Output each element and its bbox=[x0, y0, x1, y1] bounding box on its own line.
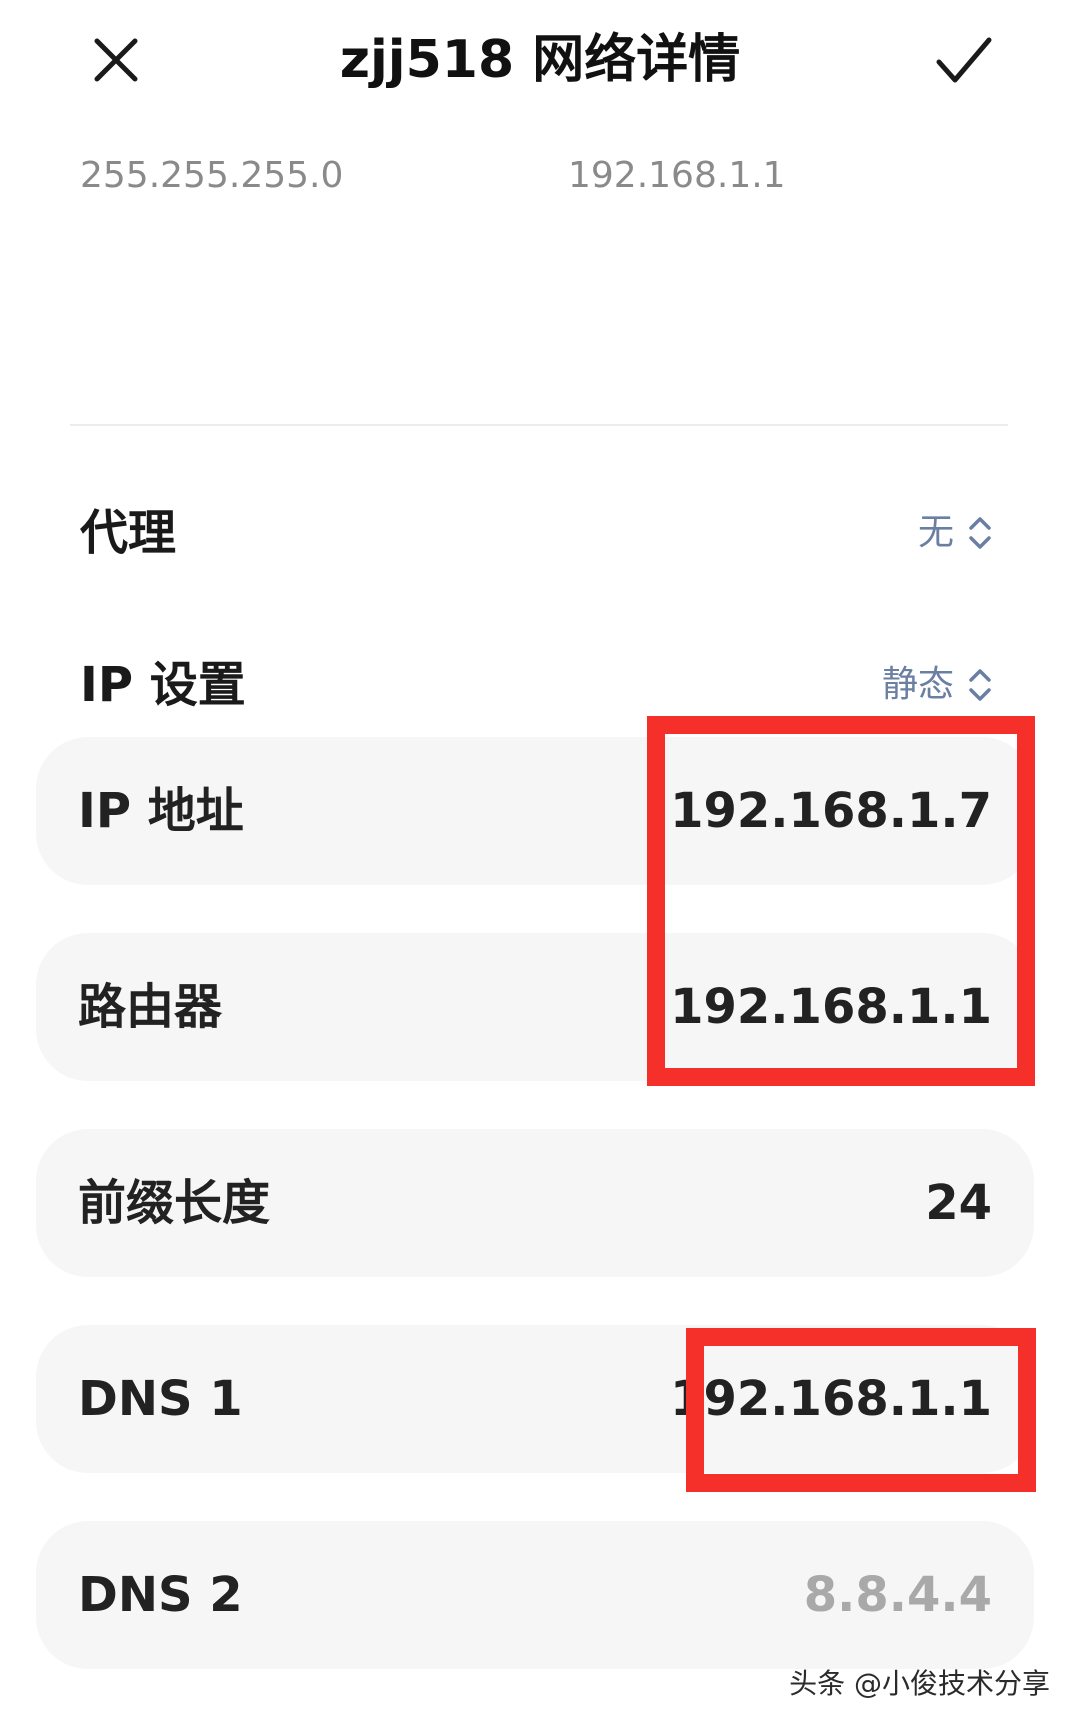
section-divider bbox=[70, 424, 1008, 426]
confirm-button[interactable] bbox=[924, 22, 1004, 98]
gateway-value: 192.168.1.1 bbox=[568, 155, 786, 196]
dns2-field[interactable]: DNS 2 8.8.4.4 bbox=[36, 1521, 1034, 1669]
proxy-label: 代理 bbox=[80, 505, 177, 561]
chevron-up-down-icon bbox=[969, 517, 991, 549]
proxy-select[interactable]: 无 bbox=[918, 508, 992, 558]
page-title: zjj518 网络详情 bbox=[339, 30, 741, 90]
checkmark-icon bbox=[936, 37, 992, 83]
prefix-length-label: 前缀长度 bbox=[78, 1175, 271, 1231]
highlight-box-ip-router bbox=[647, 716, 1035, 1086]
watermark: 头条 @小俊技术分享 bbox=[789, 1667, 1050, 1700]
dns2-label: DNS 2 bbox=[78, 1567, 243, 1623]
prefix-length-field[interactable]: 前缀长度 24 bbox=[36, 1129, 1034, 1277]
ip-settings-select[interactable]: 静态 bbox=[882, 660, 992, 710]
dns2-placeholder[interactable]: 8.8.4.4 bbox=[804, 1521, 992, 1669]
ip-address-label: IP 地址 bbox=[78, 783, 244, 839]
router-label: 路由器 bbox=[78, 979, 223, 1035]
chevron-up-down-icon bbox=[969, 669, 991, 701]
dns1-label: DNS 1 bbox=[78, 1371, 243, 1427]
prefix-length-value[interactable]: 24 bbox=[925, 1129, 992, 1277]
close-button[interactable] bbox=[78, 22, 154, 98]
close-icon bbox=[94, 38, 138, 82]
highlight-box-dns1 bbox=[686, 1328, 1036, 1492]
ip-settings-value: 静态 bbox=[881, 664, 954, 705]
proxy-value: 无 bbox=[917, 512, 954, 553]
netmask-value: 255.255.255.0 bbox=[80, 155, 344, 196]
ip-settings-label: IP 设置 bbox=[80, 657, 246, 713]
